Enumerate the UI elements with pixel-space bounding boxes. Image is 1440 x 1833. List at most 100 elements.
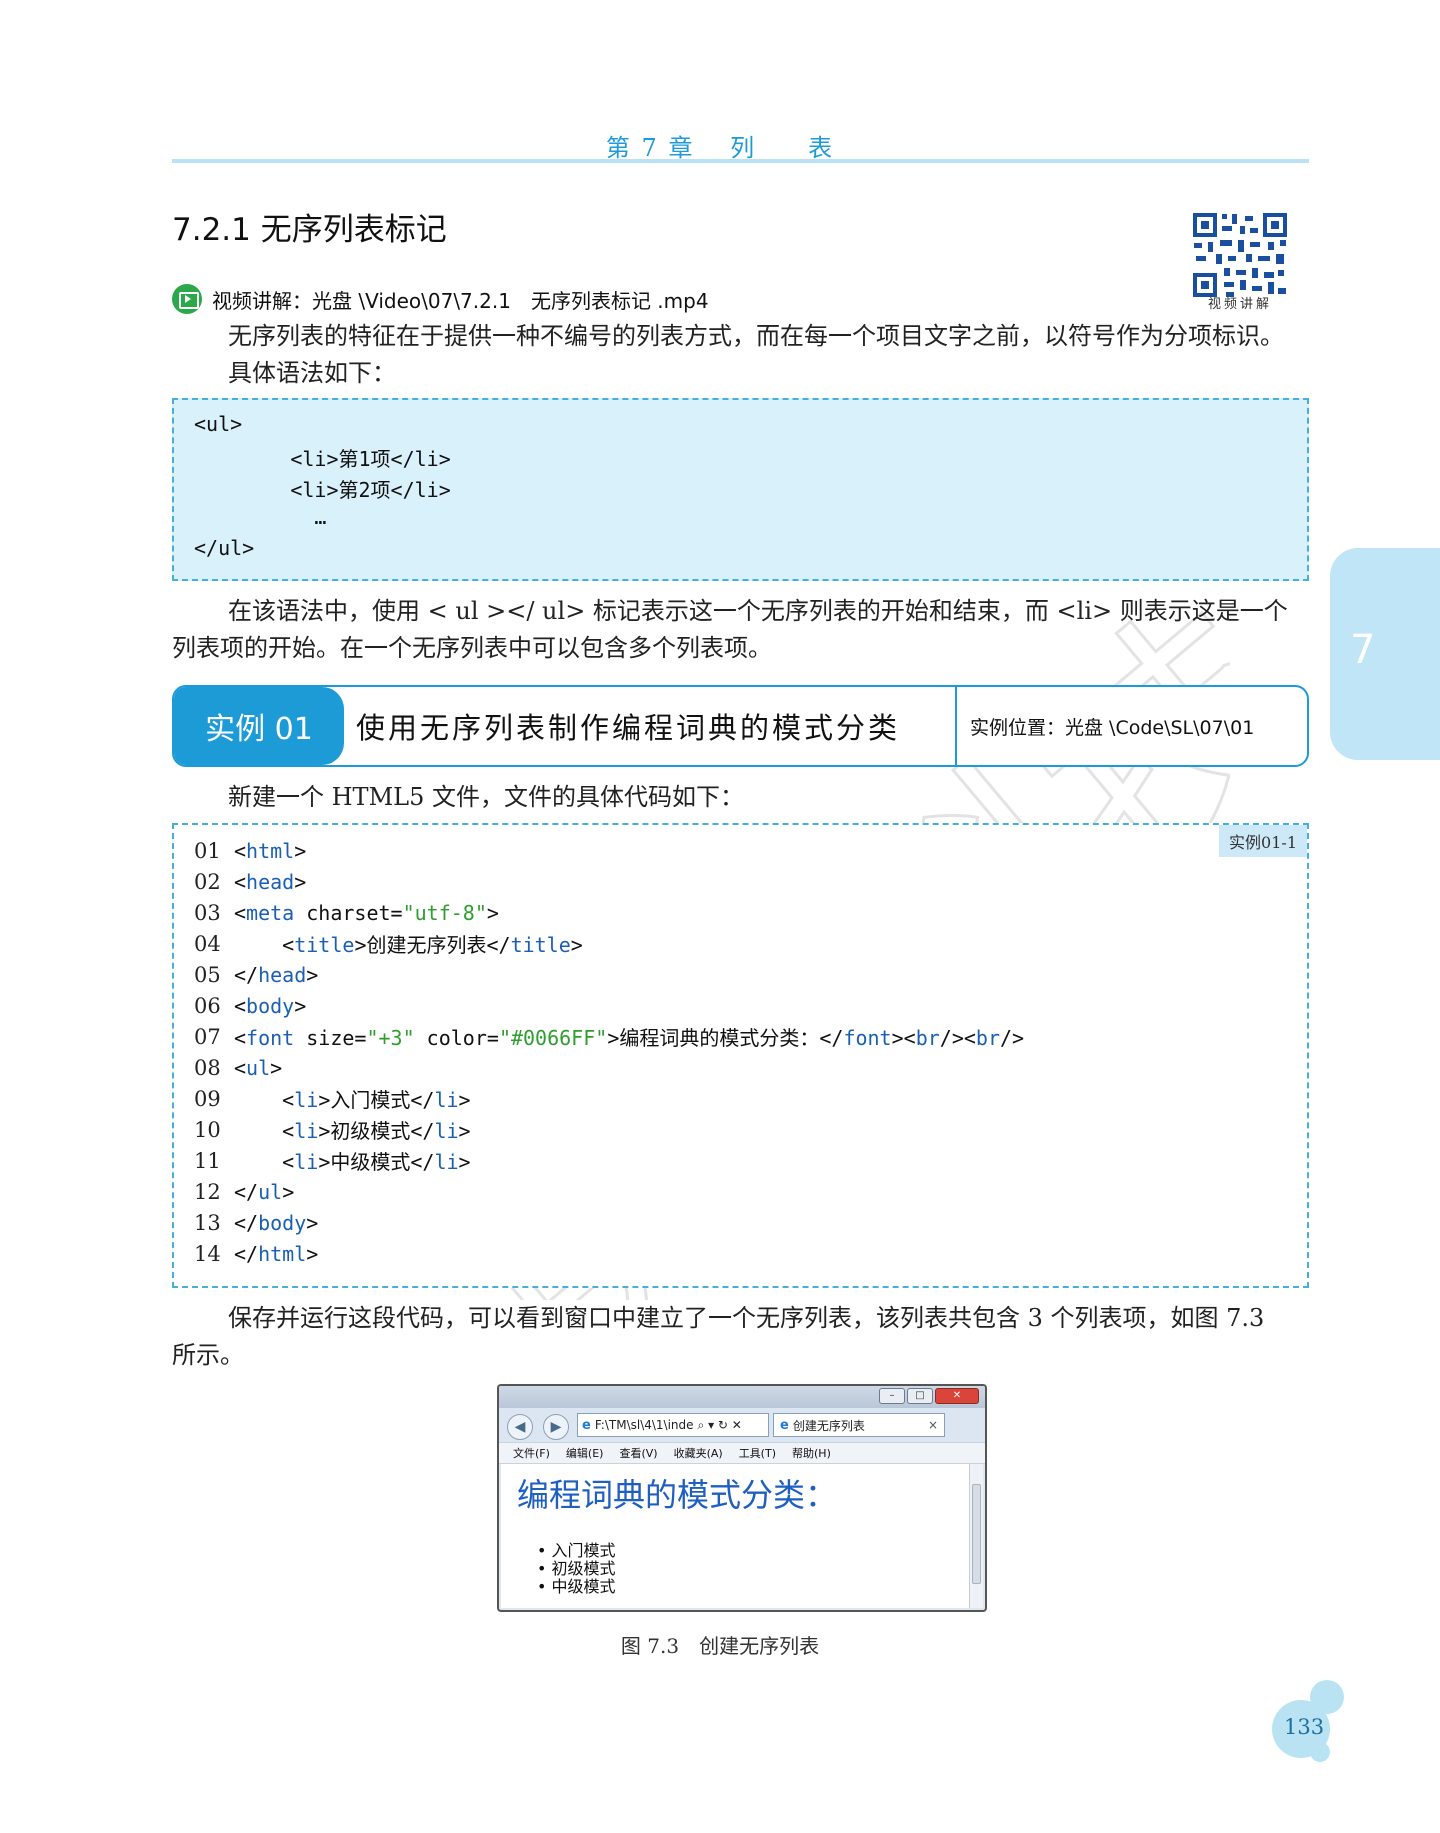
minimize-icon[interactable]: – — [879, 1388, 905, 1404]
code-line-text: <li>入门模式</li> — [234, 1088, 471, 1112]
code-line-text: <html> — [234, 838, 307, 863]
address-bar[interactable]: e F:\TM\sl\4\1\inde ⌕ ▾ ↻ ✕ — [577, 1413, 769, 1437]
code-line: 10 <li>初级模式</li> — [194, 1114, 471, 1145]
code-line: 06 <body> — [194, 990, 306, 1021]
paragraph-intro: 无序列表的特征在于提供一种不编号的列表方式，而在每一个项目文字之前，以符号作为分… — [172, 318, 1312, 392]
syntax-line: <ul> — [194, 412, 243, 436]
code-line-number: 04 — [194, 931, 221, 956]
chapter-header: 第 7 章 列 表 — [605, 134, 835, 162]
paragraph-intro-line2: 具体语法如下： — [228, 359, 396, 387]
code-line-number: 08 — [194, 1055, 221, 1080]
syntax-line: <li>第1项</li> — [194, 447, 451, 471]
code-line-text: <body> — [234, 993, 307, 1018]
code-line: 14 </html> — [194, 1238, 318, 1269]
header-rule — [172, 159, 1309, 163]
example-divider — [955, 687, 957, 765]
syntax-line: <li>第2项</li> — [194, 478, 451, 502]
back-icon[interactable]: ◀ — [507, 1414, 533, 1440]
code-line-number: 09 — [194, 1086, 221, 1111]
code-line-number: 06 — [194, 993, 221, 1018]
decor-bubble — [1310, 1742, 1330, 1762]
code-line: 04 <title>创建无序列表</title> — [194, 928, 583, 959]
video-path-text: 视频讲解：光盘 \Video\07\7.2.1 无序列表标记 .mp4 — [212, 288, 709, 313]
menu-file[interactable]: 文件(F) — [513, 1445, 550, 1461]
code-line: 13 </body> — [194, 1207, 318, 1238]
syntax-line: </ul> — [194, 536, 255, 560]
code-line: 03 <meta charset="utf-8"> — [194, 897, 499, 928]
video-line: 视频讲解：光盘 \Video\07\7.2.1 无序列表标记 .mp4 — [172, 284, 709, 314]
figure-caption: 图 7.3 创建无序列表 — [620, 1634, 820, 1658]
code-line-text: <ul> — [234, 1055, 283, 1080]
code-line: 08 <ul> — [194, 1052, 282, 1083]
code-line-text: <li>初级模式</li> — [234, 1119, 471, 1143]
syntax-line: … — [194, 505, 327, 529]
section-heading: 7.2.1 无序列表标记 — [172, 212, 447, 248]
paragraph-result: 保存并运行这段代码，可以看到窗口中建立了一个无序列表，该列表共包含 3 个列表项… — [172, 1300, 1312, 1374]
code-line: 07 <font size="+3" color="#0066FF">编程词典的模… — [194, 1021, 1024, 1052]
code-line-number: 02 — [194, 869, 221, 894]
scrollbar-thumb[interactable] — [972, 1484, 981, 1584]
chapter-side-tab — [1330, 548, 1440, 760]
rendered-page-heading: 编程词典的模式分类： — [517, 1476, 838, 1514]
rendered-list: 入门模式 初级模式 中级模式 — [537, 1542, 616, 1596]
code-line-number: 01 — [194, 838, 221, 863]
paragraph-intro-line1: 无序列表的特征在于提供一种不编号的列表方式，而在每一个项目文字之前，以符号作为分… — [228, 322, 1284, 350]
code-line-text: </html> — [234, 1241, 319, 1266]
code-line-text: <meta charset="utf-8"> — [234, 900, 499, 925]
example-location: 实例位置：光盘 \Code\SL\07\01 — [970, 716, 1255, 739]
browser-tab[interactable]: e 创建无序列表 × — [773, 1413, 945, 1437]
menu-edit[interactable]: 编辑(E) — [566, 1445, 604, 1461]
close-icon[interactable]: ✕ — [935, 1388, 979, 1404]
window-controls: – □ ✕ — [879, 1388, 979, 1404]
address-text: F:\TM\sl\4\1\inde — [594, 1418, 694, 1432]
vertical-scrollbar[interactable] — [969, 1464, 983, 1608]
chapter-side-tab-number: 7 — [1350, 627, 1376, 673]
code-line-number: 10 — [194, 1117, 221, 1142]
maximize-icon[interactable]: □ — [907, 1388, 933, 1404]
page-number: 133 — [1284, 1715, 1325, 1739]
address-actions-icon[interactable]: ⌕ ▾ ↻ ✕ — [698, 1418, 742, 1433]
code-line-text: <head> — [234, 869, 307, 894]
code-line-text: </head> — [234, 962, 319, 987]
menu-view[interactable]: 查看(V) — [619, 1445, 657, 1461]
example-title: 使用无序列表制作编程词典的模式分类 — [356, 711, 901, 745]
code-line: 02 <head> — [194, 866, 306, 897]
code-line-number: 03 — [194, 900, 221, 925]
paragraph-syntax-line2: 列表项的开始。在一个无序列表中可以包含多个列表项。 — [172, 634, 772, 662]
paragraph-new-file-line1: 新建一个 HTML5 文件，文件的具体代码如下： — [228, 783, 744, 811]
example-badge: 实例 01 — [174, 687, 344, 765]
forward-icon[interactable]: ▶ — [543, 1414, 569, 1440]
paragraph-result-line2: 所示。 — [172, 1341, 244, 1369]
code-line: 11 <li>中级模式</li> — [194, 1145, 471, 1176]
code-line-number: 11 — [194, 1148, 221, 1173]
tab-close-icon[interactable]: × — [928, 1418, 938, 1432]
video-play-icon — [172, 284, 202, 314]
example-banner: 实例 01 使用无序列表制作编程词典的模式分类 实例位置：光盘 \Code\SL… — [172, 685, 1309, 767]
code-line: 01 <html> — [194, 835, 306, 866]
code-line-text: <title>创建无序列表</title> — [234, 933, 583, 957]
ie-icon: e — [582, 1417, 591, 1433]
code-line-number: 13 — [194, 1210, 221, 1235]
paragraph-result-line1: 保存并运行这段代码，可以看到窗口中建立了一个无序列表，该列表共包含 3 个列表项… — [228, 1304, 1265, 1332]
ie-tab-icon: e — [780, 1417, 789, 1433]
code-line-text: </ul> — [234, 1179, 295, 1204]
paragraph-syntax-line1: 在该语法中，使用 < ul ></ ul> 标记表示这一个无序列表的开始和结束，… — [228, 597, 1288, 625]
code-line: 12 </ul> — [194, 1176, 294, 1207]
browser-menu-bar: 文件(F) 编辑(E) 查看(V) 收藏夹(A) 工具(T) 帮助(H) — [499, 1442, 985, 1464]
list-item: 中级模式 — [537, 1578, 616, 1596]
syntax-code-box: <ul> <li>第1项</li> <li>第2项</li> … </ul> — [172, 398, 1309, 581]
list-item: 入门模式 — [537, 1542, 616, 1560]
code-line-text: </body> — [234, 1210, 319, 1235]
list-item: 初级模式 — [537, 1560, 616, 1578]
code-line: 09 <li>入门模式</li> — [194, 1083, 471, 1114]
code-line-number: 05 — [194, 962, 221, 987]
menu-tools[interactable]: 工具(T) — [739, 1445, 776, 1461]
menu-favorites[interactable]: 收藏夹(A) — [674, 1445, 723, 1461]
menu-help[interactable]: 帮助(H) — [792, 1445, 831, 1461]
browser-content: 编程词典的模式分类： 入门模式 初级模式 中级模式 — [501, 1464, 969, 1608]
browser-window-figure: – □ ✕ ◀ ▶ e F:\TM\sl\4\1\inde ⌕ ▾ ↻ ✕ e … — [497, 1384, 987, 1612]
code-line-number: 12 — [194, 1179, 221, 1204]
code-line-number: 07 — [194, 1024, 221, 1049]
code-line: 05 </head> — [194, 959, 318, 990]
example-code-box: 实例01-1 01 <html> 02 <head> 03 <meta charset="… — [172, 823, 1309, 1288]
